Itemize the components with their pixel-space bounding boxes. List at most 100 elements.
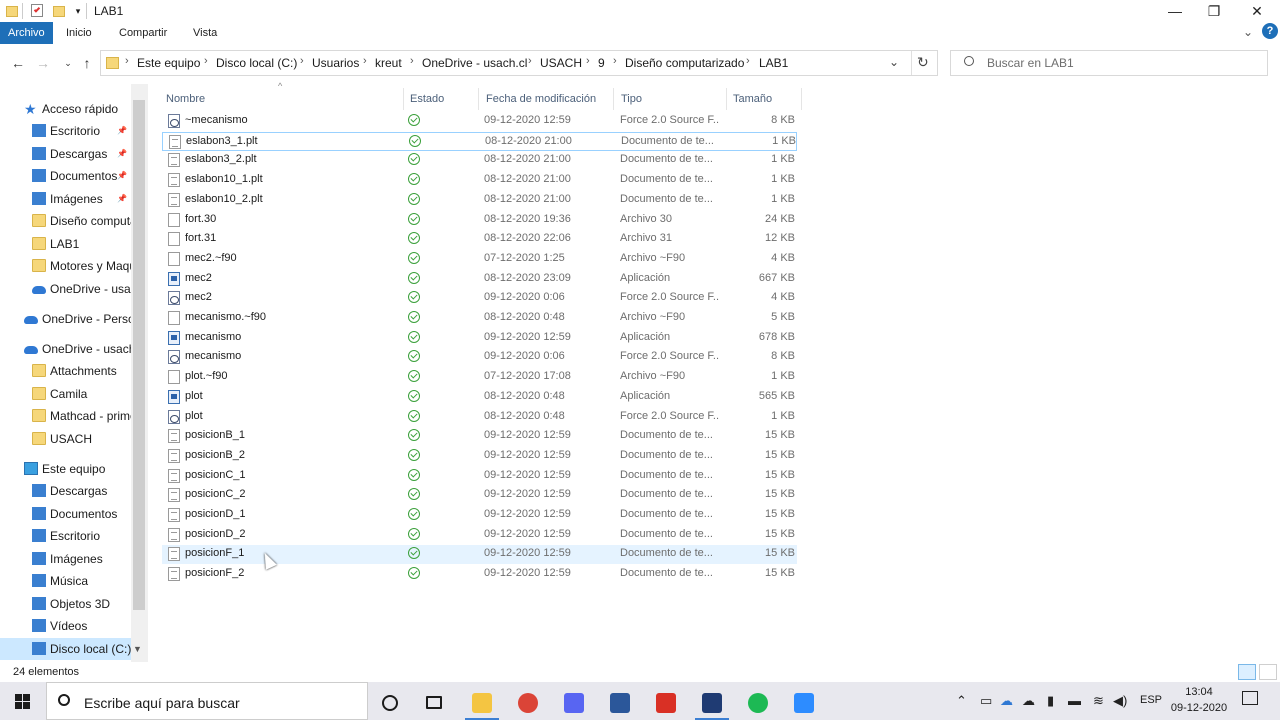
file-row[interactable]: posicionD_2 09-12-2020 12:59 Documento de …	[162, 526, 797, 545]
recent-locations-icon[interactable]: ⌄	[58, 53, 78, 73]
back-arrow-icon[interactable]: ←	[8, 53, 28, 73]
breadcrumb-separator[interactable]: ›	[125, 55, 129, 67]
file-row[interactable]: ~mecanismo 09-12-2020 12:59 Force 2.0 Sour…	[162, 112, 797, 131]
tab-compartir[interactable]: Compartir	[111, 22, 175, 44]
address-bar[interactable]: › Este equipo › Disco local (C:) › Usuar…	[100, 50, 938, 76]
nav-item[interactable]: Vídeos	[0, 615, 131, 637]
nav-item[interactable]: ★ Acceso rápido	[0, 98, 131, 120]
forward-arrow-icon[interactable]: →	[33, 53, 53, 73]
file-row[interactable]: posicionC_1 09-12-2020 12:59 Documento de …	[162, 467, 797, 486]
taskbar-search-box[interactable]: Escribe aquí para buscar	[46, 682, 368, 720]
nav-item[interactable]: Mathcad - prime	[0, 405, 137, 427]
file-row[interactable]: mec2.~f90 07-12-2020 1:25 Archivo ~F90 4 KB	[162, 250, 797, 269]
breadcrumb-usach[interactable]: USACH	[540, 56, 582, 70]
nav-item[interactable]: OneDrive - Persor	[0, 308, 139, 330]
nav-item[interactable]: USACH	[0, 428, 131, 450]
cortana-icon[interactable]	[369, 686, 411, 720]
fortran-icon[interactable]	[691, 686, 733, 720]
file-row[interactable]: posicionF_1 09-12-2020 12:59 Documento de …	[162, 545, 797, 565]
file-row[interactable]: fort.31 08-12-2020 22:06 Archivo 31 12 KB	[162, 230, 797, 249]
file-row[interactable]: plot 08-12-2020 0:48 Force 2.0 Source F...…	[162, 408, 797, 427]
details-view-icon[interactable]	[1238, 664, 1256, 680]
breadcrumb-separator[interactable]: ›	[410, 55, 414, 67]
nav-item[interactable]: Descargas	[0, 480, 131, 502]
nav-item[interactable]: Attachments	[0, 360, 131, 382]
properties-icon[interactable]	[31, 4, 45, 18]
task-view-icon[interactable]	[413, 686, 455, 720]
nav-scrollbar-thumb[interactable]	[133, 100, 145, 610]
file-row[interactable]: mec2 09-12-2020 0:06 Force 2.0 Source F...…	[162, 289, 797, 308]
column-header-type[interactable]: Tipo	[621, 88, 642, 110]
column-header-modified[interactable]: Fecha de modificación	[486, 88, 596, 110]
nav-item[interactable]: Descargas 📌	[0, 143, 131, 165]
nav-item[interactable]: Escritorio	[0, 525, 131, 547]
large-icons-view-icon[interactable]	[1259, 664, 1277, 680]
up-arrow-icon[interactable]: ↑	[77, 53, 97, 73]
tab-archivo[interactable]: Archivo	[0, 22, 53, 44]
file-row[interactable]: eslabon3_2.plt 08-12-2020 21:00 Documento …	[162, 151, 797, 170]
file-row[interactable]: mecanismo 09-12-2020 12:59 Aplicación 678 K…	[162, 329, 797, 348]
nav-item[interactable]: Documentos 📌	[0, 165, 131, 187]
nav-item[interactable]: Documentos	[0, 503, 131, 525]
column-divider[interactable]	[478, 88, 479, 110]
breadcrumb-separator[interactable]: ›	[613, 55, 617, 67]
nav-item[interactable]: Camila	[0, 383, 131, 405]
file-row[interactable]: fort.30 08-12-2020 19:36 Archivo 30 24 KB	[162, 211, 797, 230]
breadcrumb-separator[interactable]: ›	[528, 55, 532, 67]
volume-icon[interactable]: ◀)	[1113, 693, 1127, 709]
file-row[interactable]: posicionC_2 09-12-2020 12:59 Documento de …	[162, 486, 797, 505]
file-row[interactable]: eslabon3_1.plt 08-12-2020 21:00 Documento …	[162, 131, 797, 151]
breadcrumb-onedrive[interactable]: OneDrive - usach.cl	[422, 56, 527, 70]
breadcrumb-disco-local[interactable]: Disco local (C:)	[216, 56, 297, 70]
language-indicator[interactable]: ESP	[1140, 694, 1162, 706]
file-row[interactable]: posicionB_1 09-12-2020 12:59 Documento de …	[162, 427, 797, 446]
nav-item[interactable]: LAB1	[0, 233, 131, 255]
breadcrumb-diseno[interactable]: Diseño computarizado	[625, 56, 744, 70]
refresh-icon[interactable]: ↻	[917, 54, 929, 71]
restore-button[interactable]: ❐	[1191, 0, 1237, 22]
breadcrumb-separator[interactable]: ›	[363, 55, 367, 67]
file-row[interactable]: mecanismo.~f90 08-12-2020 0:48 Archivo ~F9…	[162, 309, 797, 328]
expand-ribbon-icon[interactable]: ⌄	[1243, 25, 1253, 39]
breadcrumb-kreut[interactable]: kreut	[375, 56, 402, 70]
file-row[interactable]: eslabon10_2.plt 08-12-2020 21:00 Documento…	[162, 191, 797, 210]
breadcrumb-separator[interactable]: ›	[746, 55, 750, 67]
file-row[interactable]: posicionF_2 09-12-2020 12:59 Documento de …	[162, 565, 797, 584]
close-button[interactable]: ✕	[1234, 0, 1280, 22]
spotify-icon[interactable]	[737, 686, 779, 720]
nav-item[interactable]: Objetos 3D	[0, 593, 131, 615]
breadcrumb-usuarios[interactable]: Usuarios	[312, 56, 359, 70]
clock-time[interactable]: 13:04	[1183, 686, 1215, 698]
column-header-status[interactable]: Estado	[410, 88, 444, 110]
onedrive-personal-icon[interactable]: ☁	[1022, 693, 1035, 709]
file-row[interactable]: plot 08-12-2020 0:48 Aplicación 565 KB	[162, 388, 797, 407]
breadcrumb-lab1[interactable]: LAB1	[759, 56, 788, 70]
breadcrumb-separator[interactable]: ›	[300, 55, 304, 67]
battery-icon[interactable]: ▬	[1068, 693, 1081, 708]
breadcrumb-separator[interactable]: ›	[586, 55, 590, 67]
nav-item[interactable]: Disco local (C:)	[0, 638, 131, 660]
search-input[interactable]: Buscar en LAB1	[987, 56, 1074, 70]
nav-item[interactable]: Motores y Maqu	[0, 255, 136, 277]
breadcrumb-9[interactable]: 9	[598, 56, 605, 70]
taskbar-search-input[interactable]: Escribe aquí para buscar	[84, 695, 240, 711]
chrome-icon[interactable]	[507, 686, 549, 720]
file-row[interactable]: mec2 08-12-2020 23:09 Aplicación 667 KB	[162, 270, 797, 289]
microphone-icon[interactable]: ▮	[1047, 693, 1054, 709]
nav-item[interactable]: Diseño computa	[0, 210, 137, 232]
windows-start-icon[interactable]	[0, 682, 46, 720]
column-divider[interactable]	[403, 88, 404, 110]
file-row[interactable]: posicionB_2 09-12-2020 12:59 Documento de …	[162, 447, 797, 466]
address-dropdown-icon[interactable]: ⌄	[889, 55, 899, 69]
column-divider[interactable]	[801, 88, 802, 110]
new-folder-icon[interactable]	[53, 4, 67, 18]
file-row[interactable]: plot.~f90 07-12-2020 17:08 Archivo ~F90 1 K…	[162, 368, 797, 387]
show-hidden-icons-icon[interactable]: ⌃	[956, 693, 967, 709]
nav-item[interactable]: OneDrive - usach.	[0, 338, 139, 360]
column-divider[interactable]	[613, 88, 614, 110]
zoom-icon[interactable]	[783, 686, 825, 720]
acrobat-icon[interactable]	[645, 686, 687, 720]
breadcrumb-este-equipo[interactable]: Este equipo	[137, 56, 200, 70]
file-row[interactable]: eslabon10_1.plt 08-12-2020 21:00 Documento…	[162, 171, 797, 190]
search-box[interactable]: Buscar en LAB1	[950, 50, 1268, 76]
